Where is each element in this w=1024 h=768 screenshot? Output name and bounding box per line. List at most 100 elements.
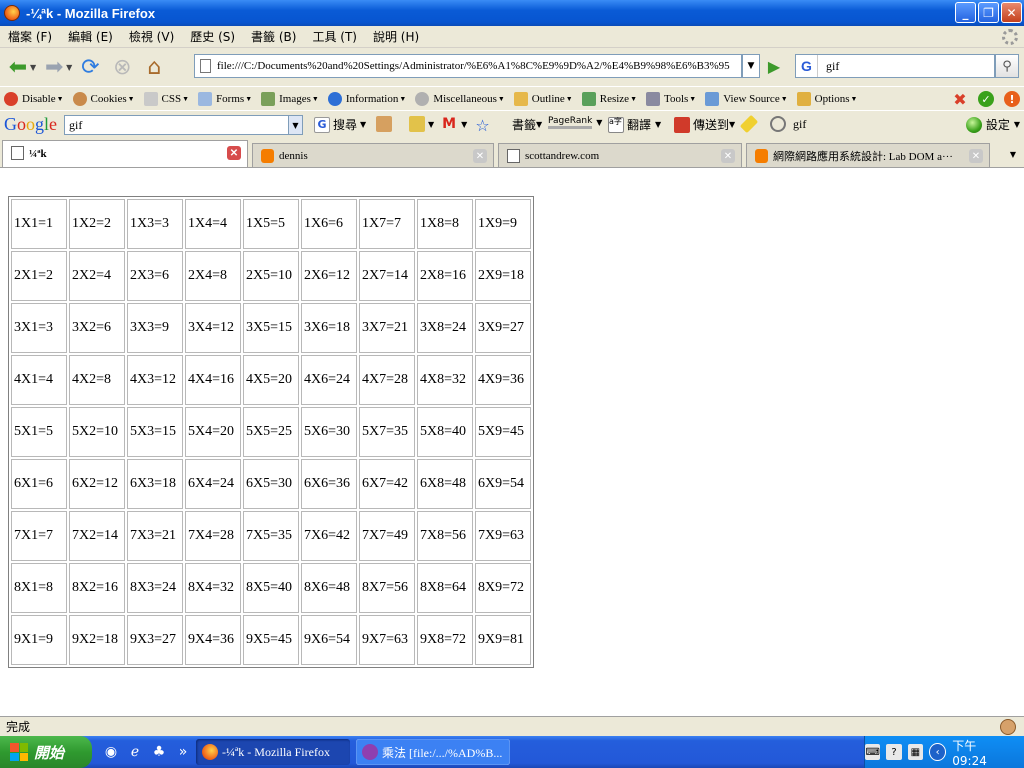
blogger-icon — [755, 149, 768, 163]
google-tools-icons[interactable]: ▼ M ▼ ☆ — [376, 116, 494, 135]
url-bar[interactable]: file:///C:/Documents%20and%20Settings/Ad… — [194, 54, 742, 78]
table-cell: 1X4=4 — [185, 199, 241, 249]
sendto-icon — [674, 116, 690, 133]
table-cell: 5X8=40 — [417, 407, 473, 457]
dev-images[interactable]: Images ▼ — [257, 91, 324, 106]
start-button[interactable]: 開始 — [0, 736, 92, 768]
reload-icon[interactable]: ⟳ — [76, 53, 104, 81]
back-dropdown-icon[interactable]: ▼ — [30, 63, 36, 72]
miscellaneous-icon — [415, 91, 430, 106]
table-cell: 6X9=54 — [475, 459, 531, 509]
table-cell: 7X4=28 — [185, 511, 241, 561]
check-icon[interactable]: ✓ — [978, 91, 994, 107]
magnifier-icon[interactable]: ⚲ — [995, 54, 1019, 78]
menu-view[interactable]: 檢視 (V) — [121, 28, 182, 45]
dev-view-source[interactable]: View Source ▼ — [701, 91, 792, 106]
table-cell: 6X4=24 — [185, 459, 241, 509]
dev-miscellaneous[interactable]: Miscellaneous ▼ — [411, 91, 509, 106]
google-search-button[interactable]: G 搜尋 ▼ — [314, 116, 366, 133]
stop-icon[interactable]: ⊗ — [108, 53, 136, 81]
table-cell: 1X7=7 — [359, 199, 415, 249]
tab-scottandrew[interactable]: scottandrew.com ✕ — [498, 143, 742, 167]
cookies-icon — [72, 91, 87, 106]
google-search-dropdown-icon[interactable]: ▼ — [288, 115, 303, 135]
close-button[interactable]: ✕ — [1001, 2, 1022, 23]
table-cell: 5X2=10 — [69, 407, 125, 457]
minimize-button[interactable]: _ — [955, 2, 976, 23]
tab-lab-dom[interactable]: 網際網路應用系統設計: Lab DOM a··· ✕ — [746, 143, 990, 167]
google-settings[interactable]: 設定 ▼ — [965, 116, 1020, 133]
forward-arrow-icon[interactable]: ➡ — [40, 53, 68, 81]
table-cell: 5X5=25 — [243, 407, 299, 457]
ie-quicklaunch-icon[interactable]: ℯ — [126, 743, 144, 761]
quicklaunch-more-icon[interactable]: » — [174, 743, 192, 761]
table-cell: 6X8=48 — [417, 459, 473, 509]
table-cell: 2X3=6 — [127, 251, 183, 301]
search-engine-icon[interactable]: G — [796, 55, 818, 77]
taskbar-button-firefox[interactable]: -¼ªk - Mozilla Firefox — [196, 739, 350, 765]
table-cell: 8X1=8 — [11, 563, 67, 613]
search-box[interactable]: G gif — [795, 54, 995, 78]
tab-close-icon[interactable]: ✕ — [227, 146, 241, 160]
google-logo[interactable]: Google — [4, 114, 60, 135]
tab-dennis[interactable]: dennis ✕ — [252, 143, 494, 167]
keyboard-icon[interactable]: ⌨ — [865, 744, 881, 760]
dev-information[interactable]: Information ▼ — [324, 91, 411, 106]
app-icon — [362, 744, 378, 760]
firefox-quicklaunch-icon[interactable]: ◉ — [102, 743, 120, 761]
autofill-icon — [409, 116, 425, 132]
menu-bookmarks[interactable]: 書籤 (B) — [243, 28, 304, 45]
table-cell: 3X6=18 — [301, 303, 357, 353]
table-cell: 5X4=20 — [185, 407, 241, 457]
tab-close-icon[interactable]: ✕ — [969, 149, 983, 163]
back-arrow-icon[interactable]: ⬅ — [4, 53, 32, 81]
menu-help[interactable]: 說明 (H) — [365, 28, 427, 45]
menu-tools[interactable]: 工具 (T) — [304, 28, 365, 45]
tab-close-icon[interactable]: ✕ — [473, 149, 487, 163]
find-term-button[interactable]: gif — [770, 116, 806, 132]
google-status-icon — [965, 116, 982, 133]
menu-edit[interactable]: 編輯 (E) — [60, 28, 121, 45]
translate-button[interactable]: a字 翻譯 ▼ — [608, 116, 661, 133]
dev-outline[interactable]: Outline ▼ — [510, 91, 578, 106]
pagerank-indicator[interactable]: PageRank ▼ — [548, 116, 602, 129]
tab-list-dropdown-icon[interactable]: ▼ — [1004, 144, 1022, 164]
dev-disable[interactable]: Disable ▼ — [0, 91, 69, 106]
forward-dropdown-icon[interactable]: ▼ — [66, 63, 72, 72]
table-cell: 6X1=6 — [11, 459, 67, 509]
warning-icon[interactable]: ! — [1004, 91, 1020, 107]
sendto-button[interactable]: 傳送到 ▼ — [674, 116, 735, 133]
tab-close-icon[interactable]: ✕ — [721, 149, 735, 163]
tray-expand-icon[interactable]: ‹ — [928, 743, 947, 761]
dev-resize[interactable]: Resize ▼ — [578, 91, 642, 106]
menu-history[interactable]: 歷史 (S) — [182, 28, 243, 45]
table-row: 5X1=5 5X2=10 5X3=15 5X4=20 5X5=25 5X6=30 5X7=3… — [11, 407, 531, 457]
dev-options[interactable]: Options ▼ — [793, 91, 863, 106]
help-icon[interactable]: ? — [886, 744, 902, 760]
home-icon[interactable]: ⌂ — [140, 53, 168, 81]
tab-multiplication[interactable]: ¼ªk ✕ — [2, 140, 248, 167]
google-search-input[interactable]: gif — [64, 115, 290, 135]
go-icon[interactable]: ▶ — [764, 56, 784, 76]
table-cell: 7X5=35 — [243, 511, 299, 561]
restore-button[interactable]: ❐ — [978, 2, 999, 23]
window-controls: _ ❐ ✕ — [955, 2, 1022, 23]
dev-cookies[interactable]: Cookies ▼ — [69, 91, 140, 106]
popup-blocker-icon — [376, 116, 392, 132]
url-dropdown-icon[interactable]: ▼ — [742, 54, 760, 78]
taskbar-button-multiplication[interactable]: 乘法 [file:/.../%AD%B... — [356, 739, 510, 765]
menu-file[interactable]: 檔案 (F) — [0, 28, 60, 45]
smiley-icon[interactable] — [1000, 719, 1016, 735]
google-bookmarks-button[interactable]: 書籤 ▼ — [512, 116, 542, 133]
error-x-icon[interactable]: ✖ — [952, 90, 968, 109]
dev-forms[interactable]: Forms ▼ — [194, 91, 257, 106]
dev-tools[interactable]: Tools ▼ — [642, 91, 701, 106]
table-cell: 5X9=45 — [475, 407, 531, 457]
dev-css[interactable]: CSS ▼ — [140, 91, 195, 106]
highlight-icon[interactable] — [739, 114, 759, 134]
msn-quicklaunch-icon[interactable]: ♣ — [150, 743, 168, 761]
table-cell: 6X2=12 — [69, 459, 125, 509]
network-icon[interactable]: ▦ — [907, 744, 923, 760]
table-cell: 2X8=16 — [417, 251, 473, 301]
table-cell: 3X5=15 — [243, 303, 299, 353]
